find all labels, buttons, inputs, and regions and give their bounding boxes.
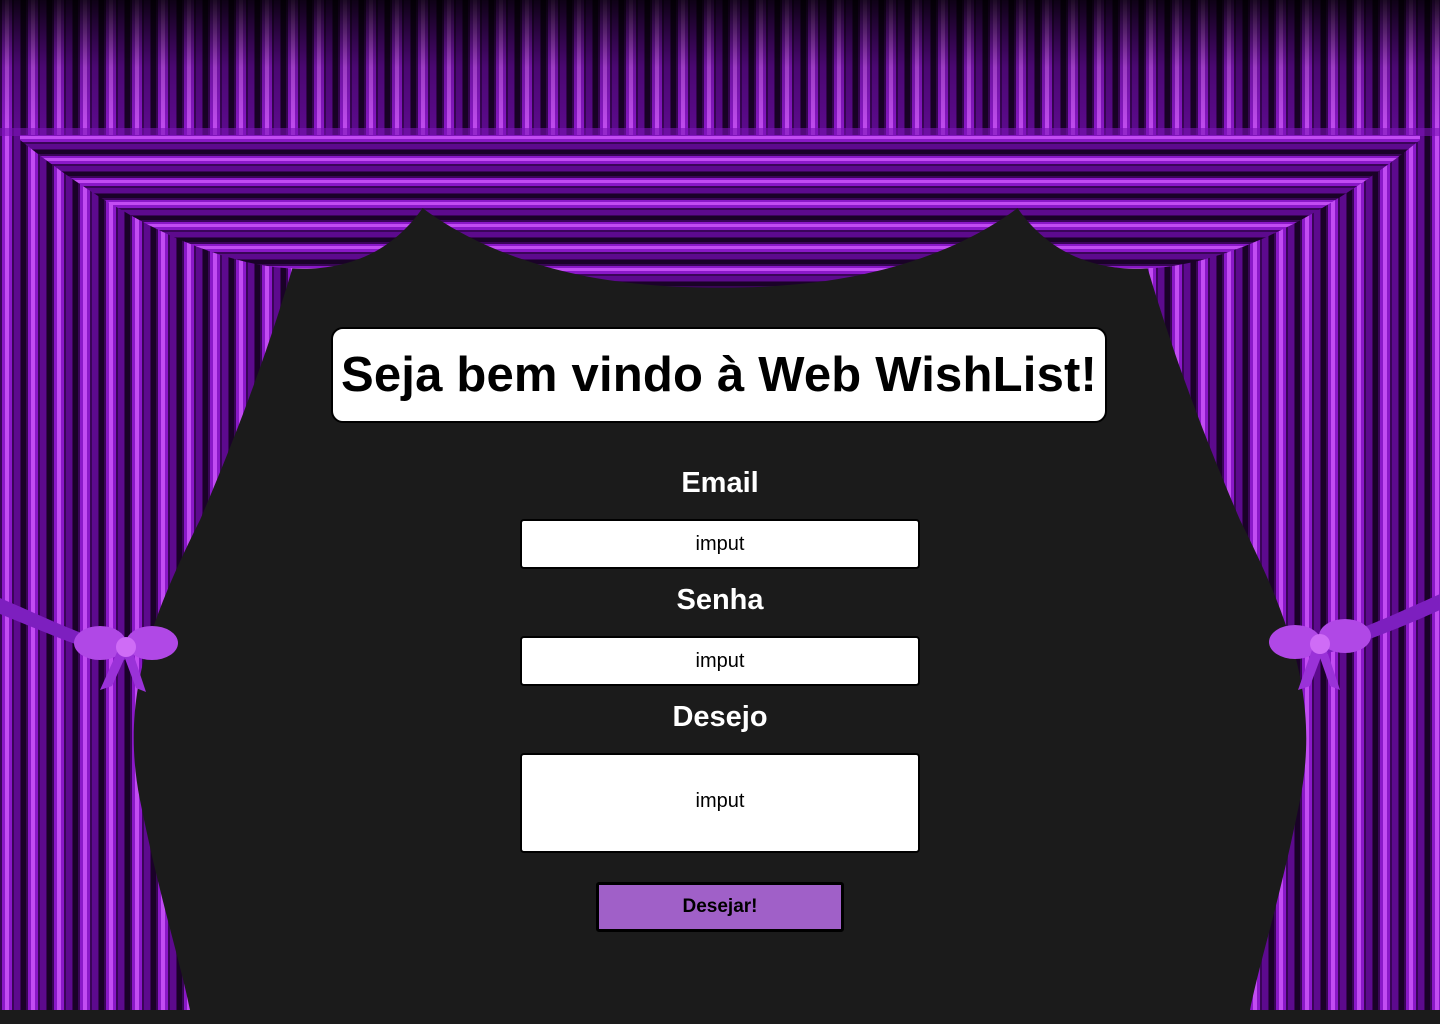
submit-wish-button[interactable]: Desejar! (596, 882, 844, 932)
title-banner: Seja bem vindo à Web WishList! (331, 327, 1107, 423)
page-title: Seja bem vindo à Web WishList! (340, 348, 1098, 402)
email-label: Email (681, 467, 759, 499)
wish-input[interactable] (520, 753, 920, 853)
email-input[interactable] (520, 519, 920, 569)
stage: Seja bem vindo à Web WishList! Email Sen… (0, 0, 1440, 1024)
password-label: Senha (676, 584, 764, 616)
theater-curtain-image (0, 0, 1440, 1010)
wish-label: Desejo (672, 701, 768, 733)
password-input[interactable] (520, 636, 920, 686)
